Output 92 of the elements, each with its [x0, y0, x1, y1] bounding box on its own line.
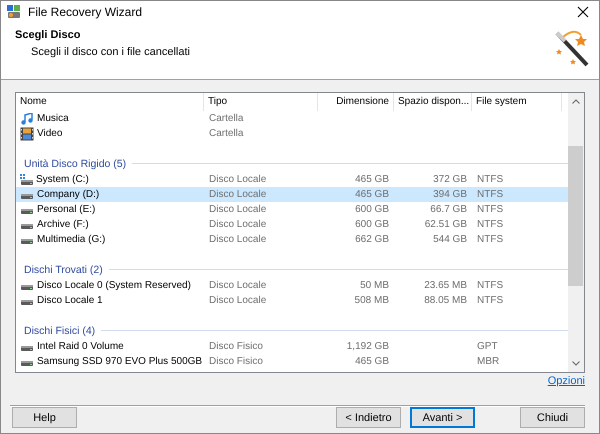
column-header[interactable]: Spazio dispon...	[394, 93, 472, 111]
table-cell: 66.7 GB	[430, 204, 467, 215]
scroll-thumb[interactable]	[568, 146, 583, 286]
system-drive-icon	[20, 174, 33, 185]
drive-icon	[21, 361, 33, 366]
app-icon	[6, 4, 22, 20]
scrollbar[interactable]	[568, 93, 584, 372]
table-cell: 50 MB	[360, 280, 389, 291]
list-row[interactable]: Musica Cartella	[16, 111, 568, 126]
drive-icon	[21, 194, 33, 199]
back-button[interactable]: < Indietro	[336, 407, 401, 428]
table-cell: 1,192 GB	[346, 341, 389, 352]
group-header: Dischi Fisici (4)	[24, 324, 96, 336]
list-row[interactable]: Multimedia (G:) Disco Locale 662 GB 544 GB NTFS	[16, 232, 568, 247]
table-cell: 88.05 MB	[424, 295, 467, 306]
scroll-down-icon[interactable]	[572, 361, 580, 366]
close-button[interactable]: Chiudi	[520, 407, 585, 428]
table-cell: 23.65 MB	[424, 280, 467, 291]
list-row[interactable]: Intel Raid 0 Volume Disco Fisico 1,192 GB GPT	[16, 339, 568, 354]
item-name: Archive (F:)	[37, 219, 89, 230]
table-cell-text: Disco Locale	[208, 204, 268, 215]
table-cell: 465 GB	[355, 174, 389, 185]
table-cell: NTFS	[477, 204, 504, 215]
list-row[interactable]: Disco Locale 0 (System Reserved) Disco Locale 50 MB 23.65 MB NTFS	[16, 278, 568, 293]
step-subtitle: Scegli il disco con i file cancellati	[30, 46, 191, 58]
table-cell: 62.51 GB	[424, 219, 467, 230]
table-cell: 508 MB	[354, 295, 389, 306]
item-name: System (C:)	[36, 174, 89, 185]
drive-icon	[21, 300, 33, 305]
drive-icon	[21, 239, 33, 244]
drive-icon	[21, 346, 33, 351]
item-name: Video	[37, 128, 62, 139]
list-row[interactable]: Samsung SSD 970 EVO Plus 500GB Disco Fisico 465 GB MBR	[16, 354, 568, 369]
scroll-up-icon[interactable]	[572, 99, 580, 104]
close-icon[interactable]	[575, 4, 591, 20]
table-cell: NTFS	[477, 295, 504, 306]
item-name: Disco Locale 1	[37, 295, 103, 306]
magic-wand-icon	[553, 29, 591, 69]
next-button[interactable]: Avanti >	[410, 407, 475, 428]
table-cell-text: Cartella	[208, 113, 244, 124]
window-title: File Recovery Wizard	[28, 5, 144, 19]
drive-icon	[21, 224, 33, 229]
table-cell-text: Disco Locale	[208, 295, 268, 306]
table-cell: 372 GB	[433, 174, 467, 185]
item-name: Musica	[37, 113, 69, 124]
table-cell-text: Disco Locale	[208, 280, 268, 291]
table-cell: 465 GB	[355, 356, 389, 367]
table-cell: NTFS	[477, 189, 504, 200]
item-name: Multimedia (G:)	[37, 234, 106, 245]
table-cell: NTFS	[477, 280, 504, 291]
table-cell-text: Disco Locale	[208, 219, 268, 230]
options-link[interactable]: Opzioni	[548, 375, 585, 387]
list-row[interactable]: Disco Locale 1 Disco Locale 508 MB 88.05 MB NTFS	[16, 293, 568, 308]
help-button[interactable]: Help	[12, 407, 77, 428]
table-cell-text: Cartella	[208, 128, 244, 139]
column-header[interactable]: Nome	[16, 93, 204, 111]
drive-icon	[21, 209, 33, 214]
table-cell: MBR	[477, 356, 500, 367]
list-row[interactable]: System (C:) Disco Locale 465 GB 372 GB NTFS	[16, 172, 568, 187]
table-cell: GPT	[477, 341, 498, 352]
item-name: Intel Raid 0 Volume	[37, 341, 124, 352]
item-name: Company (D:)	[37, 189, 100, 200]
column-header[interactable]: Tipo	[204, 93, 318, 111]
item-name: Personal (E:)	[37, 204, 96, 215]
table-cell-text: Disco Locale	[208, 234, 268, 245]
table-cell: 544 GB	[433, 234, 467, 245]
item-name: Disco Locale 0 (System Reserved)	[37, 280, 191, 291]
table-cell-text: Disco Fisico	[208, 341, 264, 352]
list-row[interactable]: Video Cartella	[16, 126, 568, 141]
table-cell: 600 GB	[355, 204, 389, 215]
selected-row[interactable]: Company (D:) Disco Locale 465 GB 394 GB NTFS	[16, 187, 568, 202]
column-header[interactable]: Dimensione	[318, 93, 394, 111]
table-cell: NTFS	[477, 234, 504, 245]
group-header: Dischi Trovati (2)	[24, 264, 103, 276]
step-title: Scegli Disco	[15, 29, 82, 41]
table-cell: NTFS	[477, 174, 504, 185]
drive-icon	[21, 285, 33, 290]
table-cell: NTFS	[477, 219, 504, 230]
table-cell-text: Disco Fisico	[208, 356, 264, 367]
list-row[interactable]: Archive (F:) Disco Locale 600 GB 62.51 GB NTFS	[16, 217, 568, 232]
table-cell: 394 GB	[433, 189, 467, 200]
group-header: Unità Disco Rigido (5)	[24, 158, 126, 170]
table-cell: 600 GB	[355, 219, 389, 230]
table-cell-text: Disco Locale	[208, 189, 268, 200]
table-cell: 465 GB	[355, 189, 389, 200]
column-header[interactable]: File system	[472, 93, 562, 111]
music-note-icon	[20, 112, 34, 124]
table-cell: 662 GB	[355, 234, 389, 245]
list-row[interactable]: Personal (E:) Disco Locale 600 GB 66.7 GB NTFS	[16, 202, 568, 217]
film-icon	[20, 126, 34, 140]
item-name: Samsung SSD 970 EVO Plus 500GB	[37, 356, 202, 367]
table-cell-text: Disco Locale	[208, 174, 268, 185]
